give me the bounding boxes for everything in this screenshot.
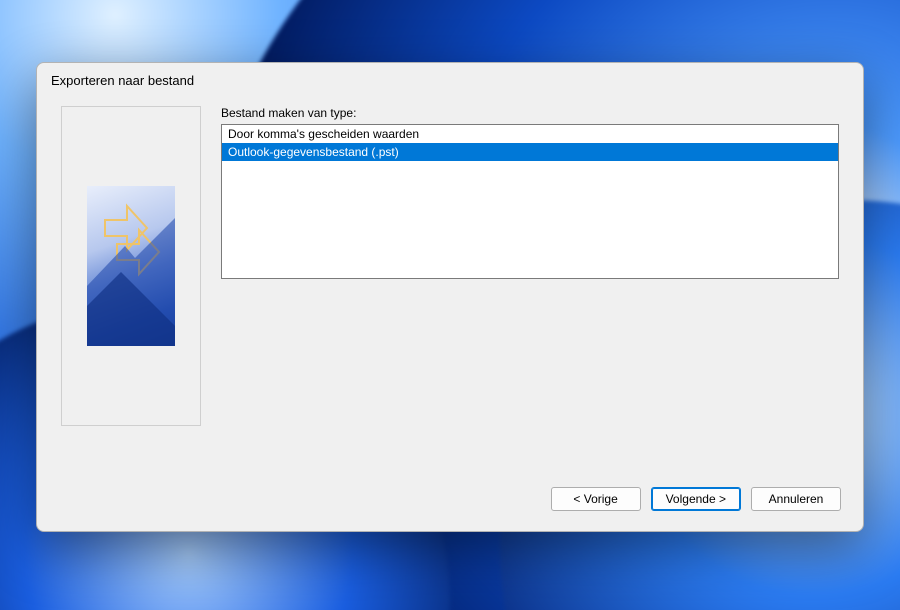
dialog-title: Exporteren naar bestand bbox=[37, 63, 863, 92]
export-wizard-dialog: Exporteren naar bestand Bestand maken va… bbox=[36, 62, 864, 532]
back-button[interactable]: < Vorige bbox=[551, 487, 641, 511]
wizard-graphic-panel bbox=[61, 106, 201, 426]
file-type-label: Bestand maken van type: bbox=[221, 106, 839, 120]
file-type-listbox[interactable]: Door komma's gescheiden waardenOutlook-g… bbox=[221, 124, 839, 279]
wizard-graphic bbox=[87, 186, 175, 346]
list-item[interactable]: Door komma's gescheiden waarden bbox=[222, 125, 838, 143]
arrows-icon bbox=[87, 186, 175, 346]
cancel-button[interactable]: Annuleren bbox=[751, 487, 841, 511]
wizard-button-row: < Vorige Volgende > Annuleren bbox=[37, 473, 863, 531]
next-button[interactable]: Volgende > bbox=[651, 487, 741, 511]
list-item[interactable]: Outlook-gegevensbestand (.pst) bbox=[222, 143, 838, 161]
